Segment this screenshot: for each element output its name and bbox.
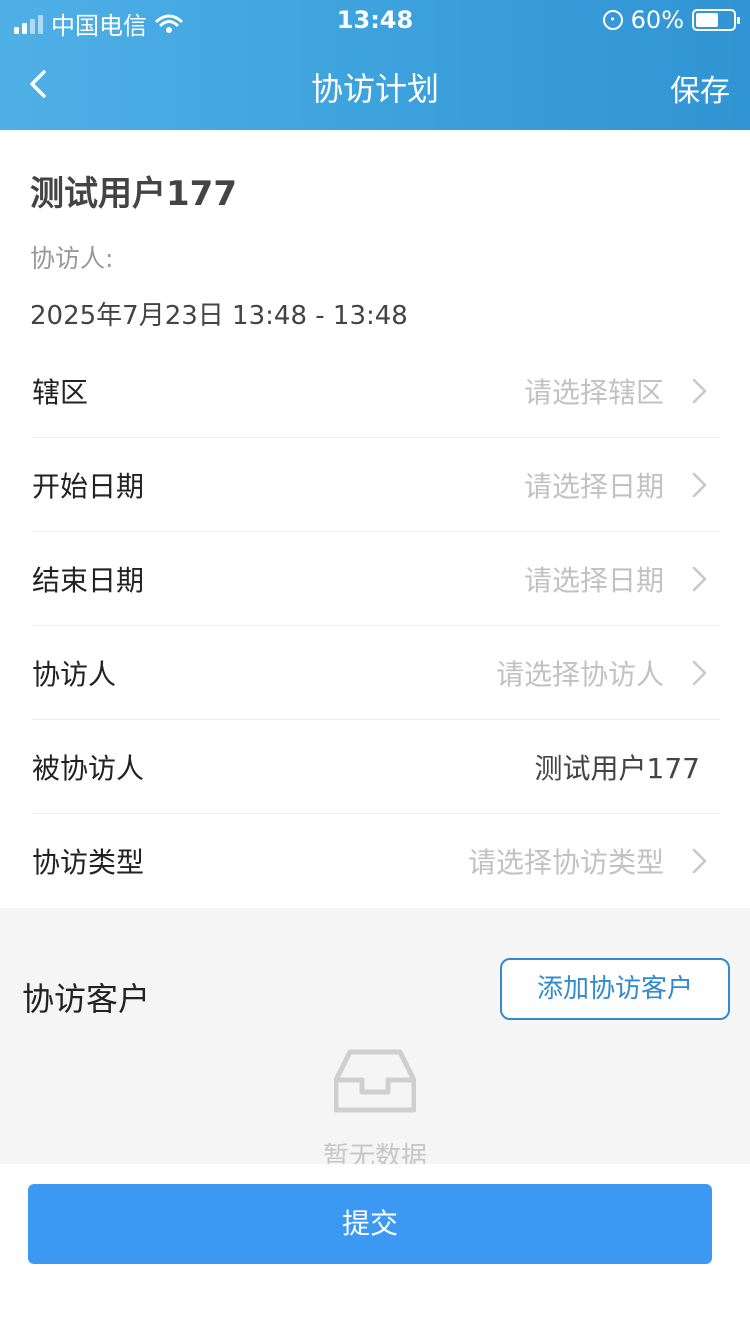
user-name: 测试用户177 xyxy=(30,174,237,214)
page-title: 协访计划 xyxy=(310,70,439,108)
row-label: 协访人 xyxy=(32,657,117,691)
inbox-icon xyxy=(334,1049,416,1113)
time-range: 2025年7月23日 13:48 - 13:48 xyxy=(30,301,408,331)
chevron-right-icon xyxy=(692,660,707,686)
escort-label: 协访人: xyxy=(30,244,114,273)
chevron-right-icon xyxy=(692,566,707,592)
form-row-escort[interactable]: 协访人 请选择协访人 xyxy=(32,626,720,720)
form-row-start-date[interactable]: 开始日期 请选择日期 xyxy=(32,438,720,532)
row-label: 开始日期 xyxy=(32,469,145,503)
chevron-right-icon xyxy=(692,848,707,874)
battery-level xyxy=(696,13,718,27)
row-value: 请选择日期 xyxy=(523,563,664,597)
chevron-right-icon xyxy=(692,472,707,498)
status-right: • 60% xyxy=(602,6,740,34)
row-value: 测试用户177 xyxy=(534,751,700,785)
row-value: 请选择辖区 xyxy=(523,375,664,409)
submit-button[interactable]: 提交 xyxy=(28,1184,712,1264)
form-row-end-date[interactable]: 结束日期 请选择日期 xyxy=(32,532,720,626)
battery-percent: 60% xyxy=(630,6,684,34)
row-value: 请选择日期 xyxy=(523,469,664,503)
form-row-district[interactable]: 辖区 请选择辖区 xyxy=(32,344,720,438)
battery-icon xyxy=(692,9,740,31)
customers-section: 协访客户 添加协访客户 暂无数据 xyxy=(0,908,750,1164)
row-label: 协访类型 xyxy=(32,846,145,879)
row-label: 结束日期 xyxy=(32,563,145,597)
visit-form: 辖区 请选择辖区 开始日期 请选择日期 结束日期 请选择日期 协访人 请选择协访… xyxy=(32,344,720,908)
app-header: 中国电信 13:48 • 60% 协访计划 保存 xyxy=(0,0,750,130)
empty-state-text: 暂无数据 xyxy=(322,1142,427,1164)
customers-title: 协访客户 xyxy=(22,980,151,1018)
bottom-bar: 提交 xyxy=(0,1164,750,1334)
status-bar: 中国电信 13:48 • 60% xyxy=(0,0,750,40)
form-row-escorted: 被协访人 测试用户177 xyxy=(32,720,720,814)
chevron-right-icon xyxy=(692,378,707,404)
row-label: 被协访人 xyxy=(32,751,145,785)
row-value: 请选择协访人 xyxy=(495,657,664,691)
row-value: 请选择协访类型 xyxy=(467,846,664,879)
visit-summary: 测试用户177 协访人: 2025年7月23日 13:48 - 13:48 xyxy=(30,166,408,332)
form-row-visit-type[interactable]: 协访类型 请选择协访类型 xyxy=(32,814,720,908)
add-customer-button[interactable]: 添加协访客户 xyxy=(500,958,730,1020)
row-label: 辖区 xyxy=(32,375,89,409)
nav-bar: 协访计划 保存 xyxy=(0,40,750,130)
orientation-lock-icon: • xyxy=(602,10,623,30)
save-button[interactable]: 保存 xyxy=(670,66,730,110)
